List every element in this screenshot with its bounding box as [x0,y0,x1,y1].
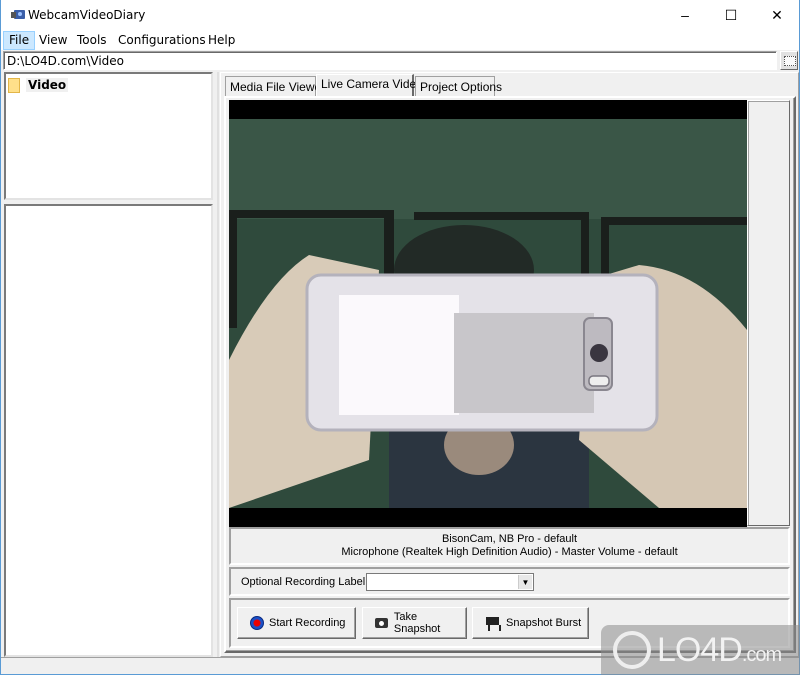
title-bar: WebcamVideoDiary – ☐ ✕ [1,0,799,30]
menu-file[interactable]: File [3,31,36,50]
watermark-text: LO4D.com [657,630,782,669]
file-list[interactable] [4,204,213,657]
menu-bar: File View Tools Configurations Help [1,30,799,50]
folder-tree[interactable]: Video [4,72,213,200]
device-info: BisonCam, NB Pro - default Microphone (R… [229,527,790,565]
video-device-text: BisonCam, NB Pro - default [441,533,578,545]
maximize-button[interactable]: ☐ [708,0,754,30]
take-snapshot-label: Take Snapshot [393,611,441,635]
snapshot-burst-label: Snapshot Burst [506,617,582,629]
chevron-down-icon[interactable]: ▼ [518,575,532,589]
tree-item-label: Video [26,78,69,92]
menu-configurations[interactable]: Configurations [113,31,211,50]
window-title: WebcamVideoDiary [28,8,146,22]
path-field[interactable]: D:\LO4D.com\Video [3,51,777,70]
browse-button[interactable] [780,51,798,70]
recording-label-caption: Optional Recording Label: [241,576,369,588]
webcam-app-icon [11,10,25,19]
menu-help[interactable]: Help [203,31,240,50]
tab-project-options[interactable]: Project Options [415,76,502,96]
snapshot-burst-button[interactable]: Snapshot Burst [472,607,589,639]
tree-item-video[interactable]: Video [8,77,69,93]
recording-label-combo[interactable]: ▼ [366,573,534,591]
live-video-preview [229,100,747,527]
camera-icon [375,618,388,628]
recording-label-row: Optional Recording Label: ▼ [229,567,790,596]
record-icon [250,616,264,630]
menu-tools[interactable]: Tools [72,31,112,50]
tab-media-file-viewer[interactable]: Media File Viewer [225,76,325,96]
start-recording-label: Start Recording [269,617,346,629]
start-recording-button[interactable]: Start Recording [237,607,356,639]
panel-splitter[interactable] [217,72,219,657]
menu-view[interactable]: View [34,31,72,50]
watermark: LO4D.com [601,625,800,675]
video-side-panel [747,100,790,526]
minimize-button[interactable]: – [662,0,708,30]
tripod-camera-icon [485,616,501,631]
lo4d-logo-icon [613,631,651,669]
tab-live-camera-video[interactable]: Live Camera Video [316,74,423,96]
app-window: WebcamVideoDiary – ☐ ✕ File View Tools C… [0,0,800,675]
audio-device-text: Microphone (Realtek High Definition Audi… [341,546,678,558]
folder-icon [8,77,20,93]
camera-feed-image [229,100,747,527]
close-button[interactable]: ✕ [754,0,800,30]
take-snapshot-button[interactable]: Take Snapshot [362,607,467,639]
